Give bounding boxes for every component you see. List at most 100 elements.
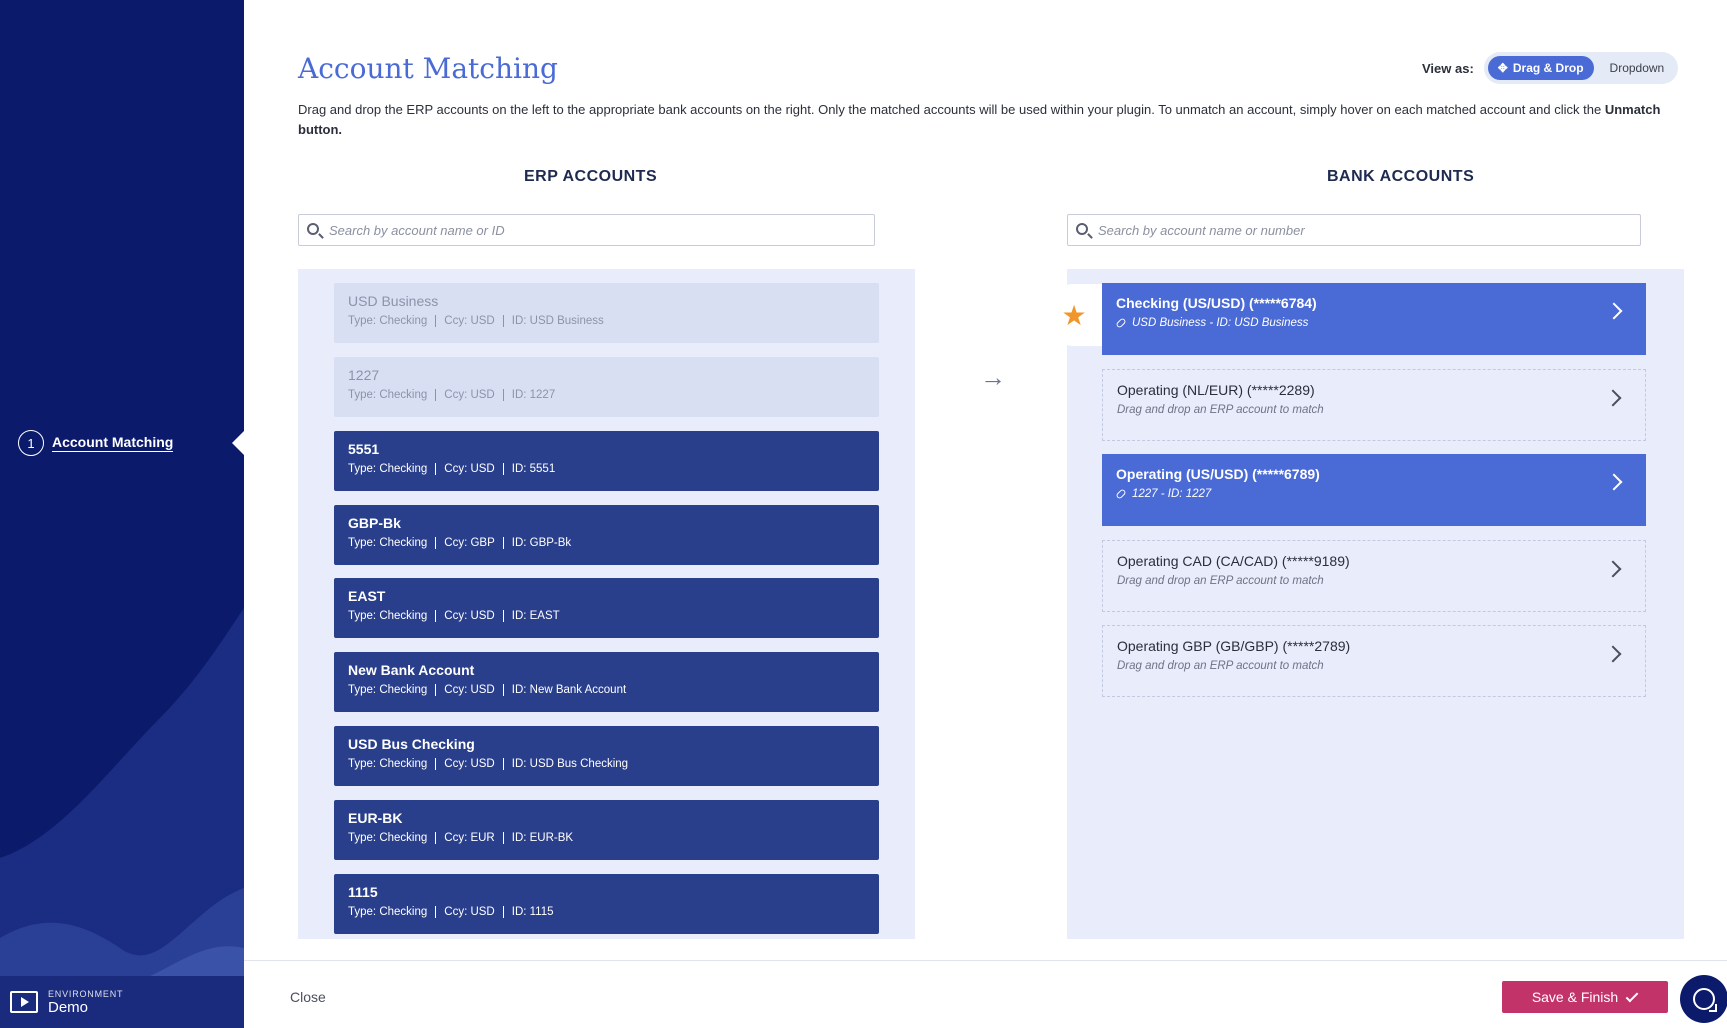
- account-type: Type: Checking: [348, 315, 428, 327]
- erp-account-meta: Type: Checking Ccy: USD ID: EAST: [348, 610, 865, 622]
- bank-account-item[interactable]: Operating CAD (CA/CAD) (*****9189) Drag …: [1102, 540, 1646, 612]
- move-icon: ✥: [1497, 61, 1508, 75]
- erp-account-item[interactable]: 5551 Type: Checking Ccy: USD ID: 5551: [334, 431, 879, 491]
- link-icon: [1115, 317, 1127, 329]
- view-option-dropdown[interactable]: Dropdown: [1600, 56, 1675, 80]
- erp-account-name: 1227: [348, 367, 380, 383]
- account-currency: Ccy: EUR: [435, 832, 502, 844]
- erp-account-name: New Bank Account: [348, 662, 475, 678]
- close-button[interactable]: Close: [290, 989, 326, 1005]
- erp-account-meta: Type: Checking Ccy: USD ID: USD Business: [348, 315, 865, 327]
- account-currency: Ccy: USD: [435, 684, 502, 696]
- sidebar: 1 Account Matching ENVIRONMENT Demo: [0, 0, 244, 1028]
- monitor-play-icon: [10, 991, 38, 1013]
- chat-icon: [1693, 988, 1717, 1012]
- check-icon: [1625, 989, 1639, 1002]
- erp-accounts-list[interactable]: USD Business Type: Checking Ccy: USD ID:…: [298, 269, 915, 939]
- erp-account-item[interactable]: GBP-Bk Type: Checking Ccy: GBP ID: GBP-B…: [334, 505, 879, 565]
- save-finish-label: Save & Finish: [1531, 989, 1619, 1005]
- environment-label: ENVIRONMENT: [48, 988, 124, 999]
- erp-account-name: EAST: [348, 588, 386, 604]
- account-id: ID: 1227: [502, 389, 563, 401]
- step-number: 1: [18, 430, 44, 456]
- account-type: Type: Checking: [348, 758, 428, 770]
- bank-account-name: Operating (US/USD) (*****6789): [1116, 466, 1320, 482]
- bank-account-name: Operating (NL/EUR) (*****2289): [1117, 382, 1315, 398]
- bank-account-name: Checking (US/USD) (*****6784): [1116, 295, 1317, 311]
- account-type: Type: Checking: [348, 463, 428, 475]
- bank-account-item[interactable]: Operating (US/USD) (*****6789) 1227 - ID…: [1102, 454, 1646, 526]
- view-as-label: View as:: [1422, 60, 1474, 76]
- account-currency: Ccy: USD: [435, 389, 502, 401]
- search-icon: [307, 223, 319, 235]
- erp-account-meta: Type: Checking Ccy: USD ID: 5551: [348, 463, 865, 475]
- step-label: Account Matching: [52, 434, 174, 452]
- erp-account-meta: Type: Checking Ccy: USD ID: USD Bus Chec…: [348, 758, 865, 770]
- view-option-label: Dropdown: [1609, 61, 1665, 75]
- environment-value: Demo: [48, 998, 89, 1016]
- erp-account-name: 1115: [348, 884, 378, 900]
- account-currency: Ccy: USD: [435, 758, 502, 770]
- account-type: Type: Checking: [348, 537, 428, 549]
- erp-search-placeholder: Search by account name or ID: [329, 222, 505, 238]
- erp-account-item[interactable]: EAST Type: Checking Ccy: USD ID: EAST: [334, 578, 879, 638]
- arrow-right-icon: →: [980, 362, 1006, 392]
- erp-account-name: EUR-BK: [348, 810, 403, 826]
- account-currency: Ccy: USD: [435, 315, 502, 327]
- account-type: Type: Checking: [348, 684, 428, 696]
- view-toggle: ✥ Drag & Drop Dropdown: [1483, 52, 1679, 84]
- erp-account-item[interactable]: USD Bus Checking Type: Checking Ccy: USD…: [334, 726, 879, 786]
- drop-hint: Drag and drop an ERP account to match: [1117, 575, 1324, 587]
- erp-account-name: USD Business: [348, 293, 439, 309]
- account-id: ID: USD Business: [502, 315, 612, 327]
- erp-account-meta: Type: Checking Ccy: GBP ID: GBP-Bk: [348, 537, 865, 549]
- bank-account-match: USD Business - ID: USD Business: [1115, 317, 1632, 329]
- search-icon: [1076, 223, 1088, 235]
- account-currency: Ccy: USD: [435, 463, 502, 475]
- erp-account-name: GBP-Bk: [348, 515, 401, 531]
- erp-account-item[interactable]: 1227 Type: Checking Ccy: USD ID: 1227: [334, 357, 879, 417]
- erp-account-item[interactable]: 1115 Type: Checking Ccy: USD ID: 1115: [334, 874, 879, 934]
- view-as-control: View as: ✥ Drag & Drop Dropdown: [1422, 52, 1679, 84]
- account-type: Type: Checking: [348, 610, 428, 622]
- bank-search-input[interactable]: Search by account name or number: [1067, 214, 1641, 246]
- footer-bar: Close Save & Finish: [244, 960, 1727, 1028]
- erp-search-input[interactable]: Search by account name or ID: [298, 214, 875, 246]
- link-icon: [1115, 488, 1127, 500]
- erp-accounts-heading: ERP ACCOUNTS: [524, 168, 658, 185]
- bank-search-placeholder: Search by account name or number: [1098, 222, 1305, 238]
- bank-account-item[interactable]: Operating (NL/EUR) (*****2289) Drag and …: [1102, 369, 1646, 441]
- account-type: Type: Checking: [348, 832, 428, 844]
- environment-badge: ENVIRONMENT Demo: [0, 976, 244, 1028]
- erp-account-meta: Type: Checking Ccy: USD ID: 1227: [348, 389, 865, 401]
- bank-account-name: Operating GBP (GB/GBP) (*****2789): [1117, 638, 1351, 654]
- instructions-text: Drag and drop the ERP accounts on the le…: [298, 100, 1678, 140]
- erp-account-item[interactable]: New Bank Account Type: Checking Ccy: USD…: [334, 652, 879, 712]
- account-id: ID: EUR-BK: [502, 832, 581, 844]
- star-icon[interactable]: ★: [1046, 284, 1102, 346]
- account-id: ID: EAST: [502, 610, 568, 622]
- erp-account-meta: Type: Checking Ccy: USD ID: New Bank Acc…: [348, 684, 865, 696]
- bank-accounts-heading: BANK ACCOUNTS: [1327, 168, 1475, 185]
- active-step-indicator: [232, 430, 244, 456]
- account-currency: Ccy: USD: [435, 610, 502, 622]
- bank-account-match: 1227 - ID: 1227: [1115, 488, 1632, 500]
- instructions-body: Drag and drop the ERP accounts on the le…: [298, 102, 1602, 117]
- drop-hint: Drag and drop an ERP account to match: [1117, 660, 1324, 672]
- account-currency: Ccy: USD: [435, 906, 502, 918]
- erp-account-meta: Type: Checking Ccy: EUR ID: EUR-BK: [348, 832, 865, 844]
- chat-help-button[interactable]: [1680, 975, 1727, 1023]
- account-id: ID: 5551: [502, 463, 563, 475]
- bank-account-item[interactable]: Checking (US/USD) (*****6784) USD Busine…: [1102, 283, 1646, 355]
- drop-hint: Drag and drop an ERP account to match: [1117, 404, 1324, 416]
- account-currency: Ccy: GBP: [435, 537, 502, 549]
- step-account-matching[interactable]: 1 Account Matching: [18, 430, 174, 456]
- save-finish-button[interactable]: Save & Finish: [1502, 981, 1668, 1013]
- bank-account-name: Operating CAD (CA/CAD) (*****9189): [1117, 553, 1350, 569]
- erp-account-item[interactable]: EUR-BK Type: Checking Ccy: EUR ID: EUR-B…: [334, 800, 879, 860]
- account-id: ID: USD Bus Checking: [502, 758, 636, 770]
- erp-account-item[interactable]: USD Business Type: Checking Ccy: USD ID:…: [334, 283, 879, 343]
- account-id: ID: New Bank Account: [502, 684, 634, 696]
- bank-account-item[interactable]: Operating GBP (GB/GBP) (*****2789) Drag …: [1102, 625, 1646, 697]
- view-option-drag-drop[interactable]: ✥ Drag & Drop: [1487, 56, 1594, 80]
